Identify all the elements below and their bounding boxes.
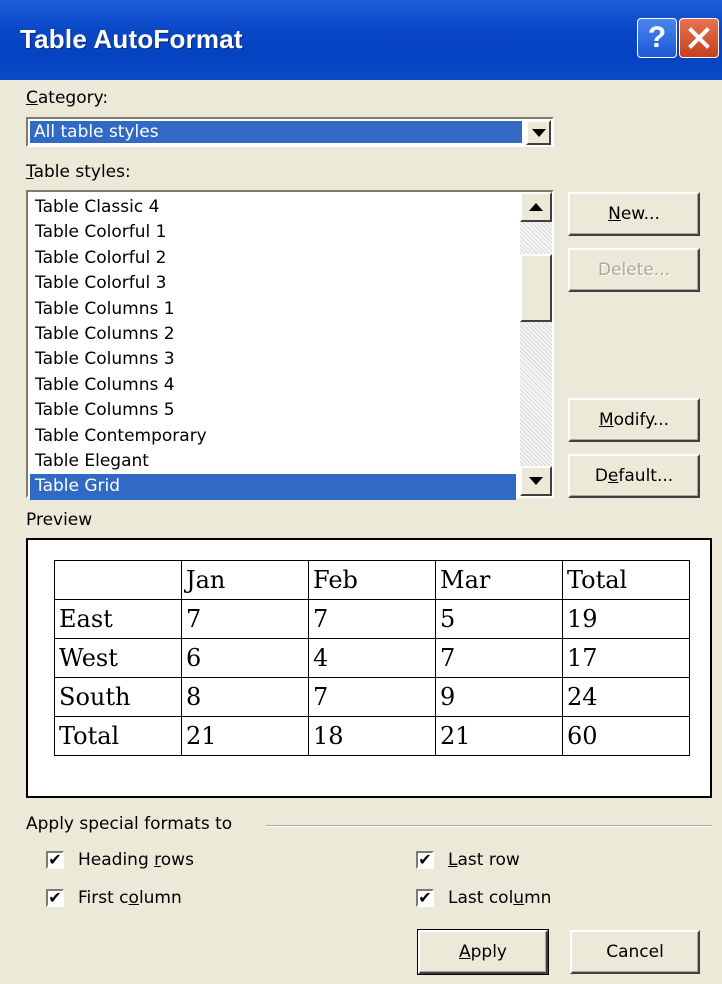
chevron-down-icon: [531, 128, 546, 137]
last-row-label: Last row: [448, 850, 520, 870]
preview-row: East 7 7 5 19: [54, 599, 690, 639]
scroll-up-button[interactable]: [520, 192, 552, 222]
delete-button: Delete...: [568, 248, 700, 292]
special-formats-label: Apply special formats to: [26, 814, 233, 834]
scrollbar-thumb[interactable]: [520, 254, 552, 322]
first-column-label: First column: [78, 888, 182, 908]
preview-cell: 24: [562, 677, 690, 717]
preview-cell: Total: [54, 716, 182, 756]
preview-row: Jan Feb Mar Total: [54, 560, 690, 600]
preview-cell: 9: [435, 677, 563, 717]
checkbox-check-icon: ✔: [46, 851, 64, 869]
category-dropdown-button[interactable]: [526, 120, 551, 145]
preview-label: Preview: [26, 510, 93, 530]
preview-cell: [54, 560, 182, 600]
table-style-item[interactable]: Table Classic 4: [30, 195, 516, 220]
preview-table: Jan Feb Mar Total East 7 7 5 19 West 6 4 7 17 South 8 7 9…: [54, 560, 690, 756]
dialog-title: Table AutoFormat: [20, 24, 243, 54]
help-icon: ?: [647, 21, 667, 54]
group-divider: [266, 825, 712, 827]
close-x-icon: [688, 27, 710, 49]
scroll-up-arrow-icon: [529, 203, 543, 211]
preview-cell: 7: [308, 677, 436, 717]
preview-cell: 6: [181, 638, 309, 678]
preview-cell: South: [54, 677, 182, 717]
preview-row: West 6 4 7 17: [54, 638, 690, 678]
heading-rows-checkbox[interactable]: ✔ Heading rows: [46, 850, 194, 870]
last-column-label: Last column: [448, 888, 552, 908]
first-column-checkbox[interactable]: ✔ First column: [46, 888, 182, 908]
preview-cell: 5: [435, 599, 563, 639]
table-style-item[interactable]: Table Columns 4: [30, 373, 516, 398]
preview-cell: 8: [181, 677, 309, 717]
modify-button[interactable]: Modify...: [568, 398, 700, 442]
preview-cell: 18: [308, 716, 436, 756]
table-style-item[interactable]: Table Contemporary: [30, 424, 516, 449]
table-styles-items: Table Classic 4 Table Colorful 1 Table Col…: [30, 195, 516, 500]
cancel-button[interactable]: Cancel: [570, 930, 700, 974]
preview-cell: Feb: [308, 560, 436, 600]
preview-cell: West: [54, 638, 182, 678]
checkbox-check-icon: ✔: [416, 889, 434, 907]
checkbox-check-icon: ✔: [46, 889, 64, 907]
preview-cell: 7: [308, 599, 436, 639]
preview-row: Total 21 18 21 60: [54, 716, 690, 756]
last-row-checkbox[interactable]: ✔ Last row: [416, 850, 520, 870]
table-style-item[interactable]: Table Columns 1: [30, 297, 516, 322]
preview-cell: 7: [181, 599, 309, 639]
preview-cell: Jan: [181, 560, 309, 600]
table-style-item[interactable]: Table Columns 3: [30, 347, 516, 372]
heading-rows-label: Heading rows: [78, 850, 194, 870]
preview-cell: 21: [435, 716, 563, 756]
preview-cell: 60: [562, 716, 690, 756]
table-styles-listbox[interactable]: Table Classic 4 Table Colorful 1 Table Col…: [26, 190, 554, 500]
preview-row: South 8 7 9 24: [54, 677, 690, 717]
close-button[interactable]: [679, 18, 719, 58]
last-column-checkbox[interactable]: ✔ Last column: [416, 888, 551, 908]
preview-cell: 4: [308, 638, 436, 678]
scroll-down-arrow-icon: [529, 477, 543, 485]
category-label: Category:: [26, 88, 109, 108]
preview-cell: 7: [435, 638, 563, 678]
category-combobox[interactable]: All table styles: [26, 117, 554, 147]
table-style-item[interactable]: Table Columns 5: [30, 398, 516, 423]
table-style-item[interactable]: Table Grid: [30, 474, 516, 500]
table-style-item[interactable]: Table Colorful 3: [30, 271, 516, 296]
default-button[interactable]: De fault...: [568, 454, 700, 498]
apply-button[interactable]: Apply: [417, 929, 549, 975]
table-style-item[interactable]: Table Colorful 2: [30, 246, 516, 271]
preview-panel: Jan Feb Mar Total East 7 7 5 19 West 6 4 7 17 South 8 7 9…: [26, 538, 712, 798]
new-button[interactable]: New...: [568, 192, 700, 236]
preview-cell: Total: [562, 560, 690, 600]
checkbox-check-icon: ✔: [416, 851, 434, 869]
table-style-item[interactable]: Table Columns 2: [30, 322, 516, 347]
table-style-item[interactable]: Table Colorful 1: [30, 220, 516, 245]
table-style-item[interactable]: Table Elegant: [30, 449, 516, 474]
scrollbar-track[interactable]: [520, 192, 552, 496]
scroll-down-button[interactable]: [520, 466, 552, 496]
category-selected-value: All table styles: [30, 121, 522, 143]
table-styles-label: Table styles:: [26, 162, 131, 182]
preview-cell: East: [54, 599, 182, 639]
preview-cell: 17: [562, 638, 690, 678]
help-button[interactable]: ?: [637, 18, 677, 58]
preview-cell: 19: [562, 599, 690, 639]
title-bar[interactable]: Table AutoFormat ?: [0, 0, 722, 80]
preview-cell: 21: [181, 716, 309, 756]
preview-cell: Mar: [435, 560, 563, 600]
